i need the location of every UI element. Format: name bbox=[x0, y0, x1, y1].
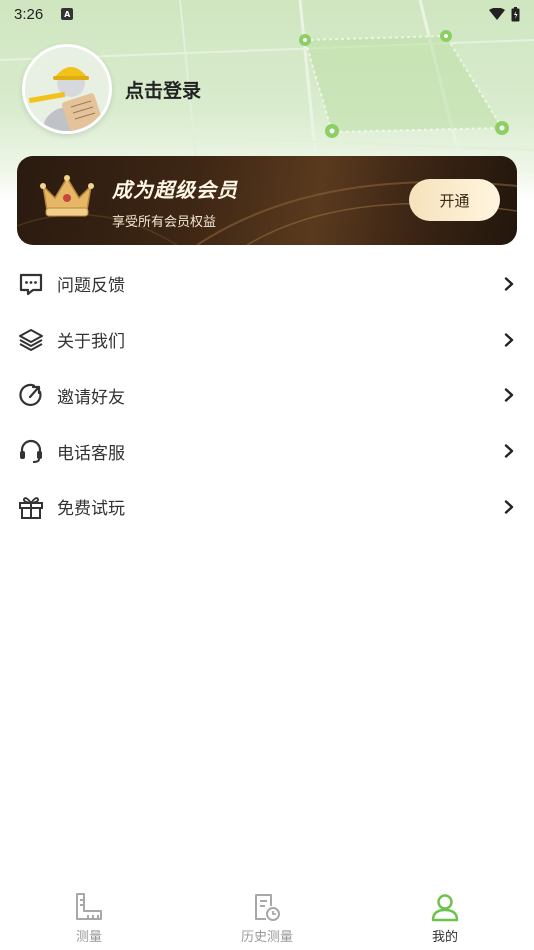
share-icon bbox=[18, 382, 44, 408]
avatar[interactable] bbox=[22, 44, 112, 134]
menu-item-about[interactable]: 关于我们 bbox=[0, 312, 534, 368]
menu-item-label: 电话客服 bbox=[57, 443, 125, 464]
notification-icon: A bbox=[61, 8, 74, 20]
worker-avatar-icon bbox=[25, 47, 109, 131]
login-prompt[interactable]: 点击登录 bbox=[125, 76, 201, 103]
gift-icon bbox=[18, 494, 44, 520]
headset-icon bbox=[18, 438, 44, 464]
crown-icon bbox=[40, 175, 94, 217]
menu-item-label: 问题反馈 bbox=[57, 276, 125, 297]
user-icon bbox=[430, 892, 460, 922]
chevron-right-icon bbox=[502, 500, 516, 514]
chevron-right-icon bbox=[502, 444, 516, 458]
layers-icon bbox=[18, 327, 44, 353]
menu-item-label: 关于我们 bbox=[57, 332, 125, 353]
tab-label: 我的 bbox=[431, 930, 458, 945]
wifi-icon bbox=[489, 8, 505, 20]
ruler-icon bbox=[74, 892, 104, 922]
settings-menu: 问题反馈 关于我们 邀请好友 电话客服 免费试玩 bbox=[0, 256, 534, 535]
feedback-icon bbox=[18, 271, 44, 297]
menu-item-invite[interactable]: 邀请好友 bbox=[0, 368, 534, 424]
status-time: 3:26 bbox=[14, 5, 44, 23]
chevron-right-icon bbox=[502, 332, 516, 347]
tab-label: 测量 bbox=[75, 930, 102, 945]
tab-history[interactable]: 历史测量 bbox=[178, 880, 356, 950]
menu-item-phone-support[interactable]: 电话客服 bbox=[0, 423, 534, 479]
menu-item-feedback[interactable]: 问题反馈 bbox=[0, 256, 534, 312]
history-icon bbox=[252, 892, 282, 922]
tab-measure[interactable]: 测量 bbox=[0, 880, 178, 950]
menu-item-label: 免费试玩 bbox=[57, 499, 125, 520]
vip-title: 成为超级会员 bbox=[112, 178, 238, 202]
chevron-right-icon bbox=[502, 388, 516, 403]
tab-mine[interactable]: 我的 bbox=[356, 880, 534, 950]
vip-activate-button[interactable]: 开通 bbox=[409, 179, 500, 221]
menu-item-free-trial[interactable]: 免费试玩 bbox=[0, 479, 534, 535]
tab-label: 历史测量 bbox=[240, 930, 293, 945]
menu-item-label: 邀请好友 bbox=[57, 387, 125, 408]
battery-icon bbox=[511, 6, 520, 21]
vip-subtitle: 享受所有会员权益 bbox=[112, 215, 217, 230]
chevron-right-icon bbox=[502, 277, 516, 291]
bottom-tab-bar: 测量 历史测量 我的 bbox=[0, 880, 534, 950]
status-bar: 3:26 A bbox=[0, 0, 534, 28]
